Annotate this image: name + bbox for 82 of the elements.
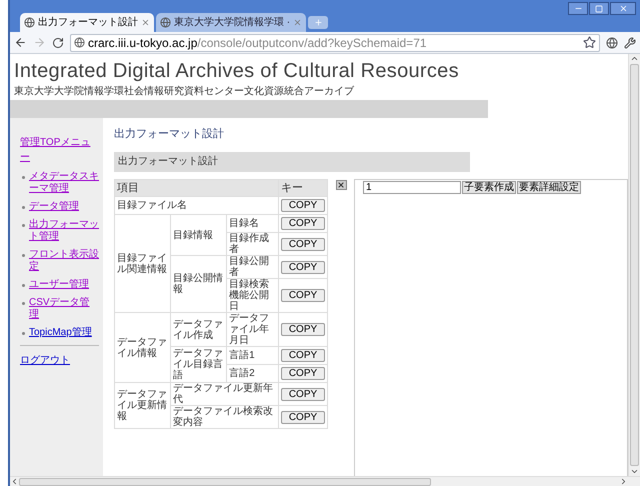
table-cell: 目録情報 (170, 214, 227, 256)
copy-button[interactable]: COPY (281, 388, 325, 400)
table-cell: 目録作成者 (226, 232, 278, 256)
copy-button[interactable]: COPY (281, 260, 325, 274)
table-cell: データファイル更新年代 (170, 382, 278, 406)
tab-close-icon[interactable] (141, 18, 150, 27)
x-mark-icon (337, 180, 345, 188)
table-cell: 目録ファイル関連情報 (114, 214, 171, 312)
sidebar-link[interactable]: ユーザー管理 (29, 279, 89, 291)
copy-button[interactable]: COPY (281, 367, 325, 380)
sidebar-link[interactable]: 出力フォーマット管理 (29, 219, 99, 243)
scroll-up-icon[interactable] (630, 54, 639, 63)
bullet-icon (22, 332, 25, 335)
editor-button[interactable]: 子要素作成 (462, 180, 516, 194)
browser-tab[interactable]: 出力フォーマット設計 (20, 13, 154, 32)
bullet-icon (22, 254, 25, 257)
menu-heading-link[interactable]: 管理TOPメニュー (20, 135, 99, 165)
bookmark-star-icon[interactable] (583, 36, 596, 49)
page-icon (74, 37, 85, 48)
browser-tab[interactable]: 東京大学大学院情報学環 · (156, 13, 306, 32)
globe-icon[interactable] (606, 36, 618, 48)
tab-title: 出力フォーマット設計 (38, 16, 138, 30)
copy-button[interactable]: COPY (281, 238, 325, 250)
table-cell: 目録ファイル名 (114, 196, 278, 214)
table-cell: 目録名 (226, 214, 278, 232)
sidebar-link[interactable]: CSVデータ管理 (29, 297, 99, 321)
site-title: Integrated Digital Archives of Cultural Resources (13, 59, 460, 84)
maximize-icon (595, 4, 603, 12)
url-text: crarc.iii.u-tokyo.ac.jp/console/outputconv/add?keySchemaid=71 (88, 34, 427, 52)
table-cell: 言語2 (226, 364, 278, 382)
section-title: 出力フォーマット設計 (114, 152, 470, 172)
table-cell: 目録公開者 (226, 256, 278, 278)
copy-button[interactable]: COPY (281, 349, 325, 362)
logout-link[interactable]: ログアウト (20, 355, 70, 366)
sidebar-link[interactable]: TopicMap管理 (29, 327, 92, 339)
table-cell: データファイル年月日 (226, 312, 278, 346)
bullet-icon (22, 206, 25, 209)
sidebar-link[interactable]: メタデータスキーマ管理 (29, 171, 99, 195)
copy-button[interactable]: COPY (281, 217, 325, 230)
tab-title: 東京大学大学院情報学環 · (174, 16, 290, 30)
column-header: 項目 (114, 179, 278, 196)
site-subtitle: 東京大学大学院情報学環社会情報研究資料センター文化資源統合アーカイブ (13, 86, 355, 98)
table-cell: データファイル検索改変内容 (170, 406, 278, 428)
bullet-icon (22, 224, 25, 227)
plus-icon (314, 18, 323, 27)
copy-button[interactable]: COPY (281, 323, 325, 336)
scroll-left-icon[interactable] (10, 477, 19, 486)
vertical-scrollbar[interactable] (628, 54, 640, 476)
close-icon (618, 4, 628, 13)
table-cell: 目録検索機能公開日 (226, 278, 278, 312)
scroll-right-icon[interactable] (619, 477, 628, 486)
wrench-icon[interactable] (624, 36, 636, 48)
scroll-down-icon[interactable] (630, 467, 639, 476)
minimize-button[interactable] (568, 2, 588, 15)
bullet-icon (22, 176, 25, 179)
table-cell: データファイル目録言語 (170, 346, 227, 382)
copy-button[interactable]: COPY (281, 289, 325, 302)
close-button[interactable] (610, 2, 636, 15)
new-tab-button[interactable] (308, 16, 328, 29)
address-bar[interactable]: crarc.iii.u-tokyo.ac.jp/console/outputconv/add?keySchemaid=71 (70, 34, 600, 52)
table-cell: 目録公開情報 (170, 256, 227, 312)
page-heading: 出力フォーマット設計 (114, 126, 225, 142)
table-cell: データファイル更新情報 (114, 382, 171, 428)
page-icon (24, 17, 35, 28)
back-icon[interactable] (14, 36, 27, 49)
copy-button[interactable]: COPY (281, 199, 325, 212)
editor-button[interactable]: 要素詳細設定 (517, 180, 581, 194)
sidebar-link[interactable]: フロント表示設定 (29, 249, 99, 273)
close-icon[interactable] (336, 180, 346, 190)
reload-icon[interactable] (52, 36, 64, 48)
copy-button[interactable]: COPY (281, 410, 325, 424)
table-cell: 言語1 (226, 346, 278, 364)
bullet-icon (22, 302, 25, 305)
maximize-button[interactable] (589, 2, 609, 15)
sidebar-link[interactable]: データ管理 (29, 201, 79, 213)
page-icon (160, 17, 171, 28)
column-header: キー (278, 179, 328, 196)
bullet-icon (22, 284, 25, 287)
text-input[interactable]: 1 (363, 180, 461, 194)
table-cell: データファイル作成 (170, 312, 227, 346)
table-cell: データファイル情報 (114, 312, 171, 382)
horizontal-scrollbar[interactable] (10, 476, 640, 486)
